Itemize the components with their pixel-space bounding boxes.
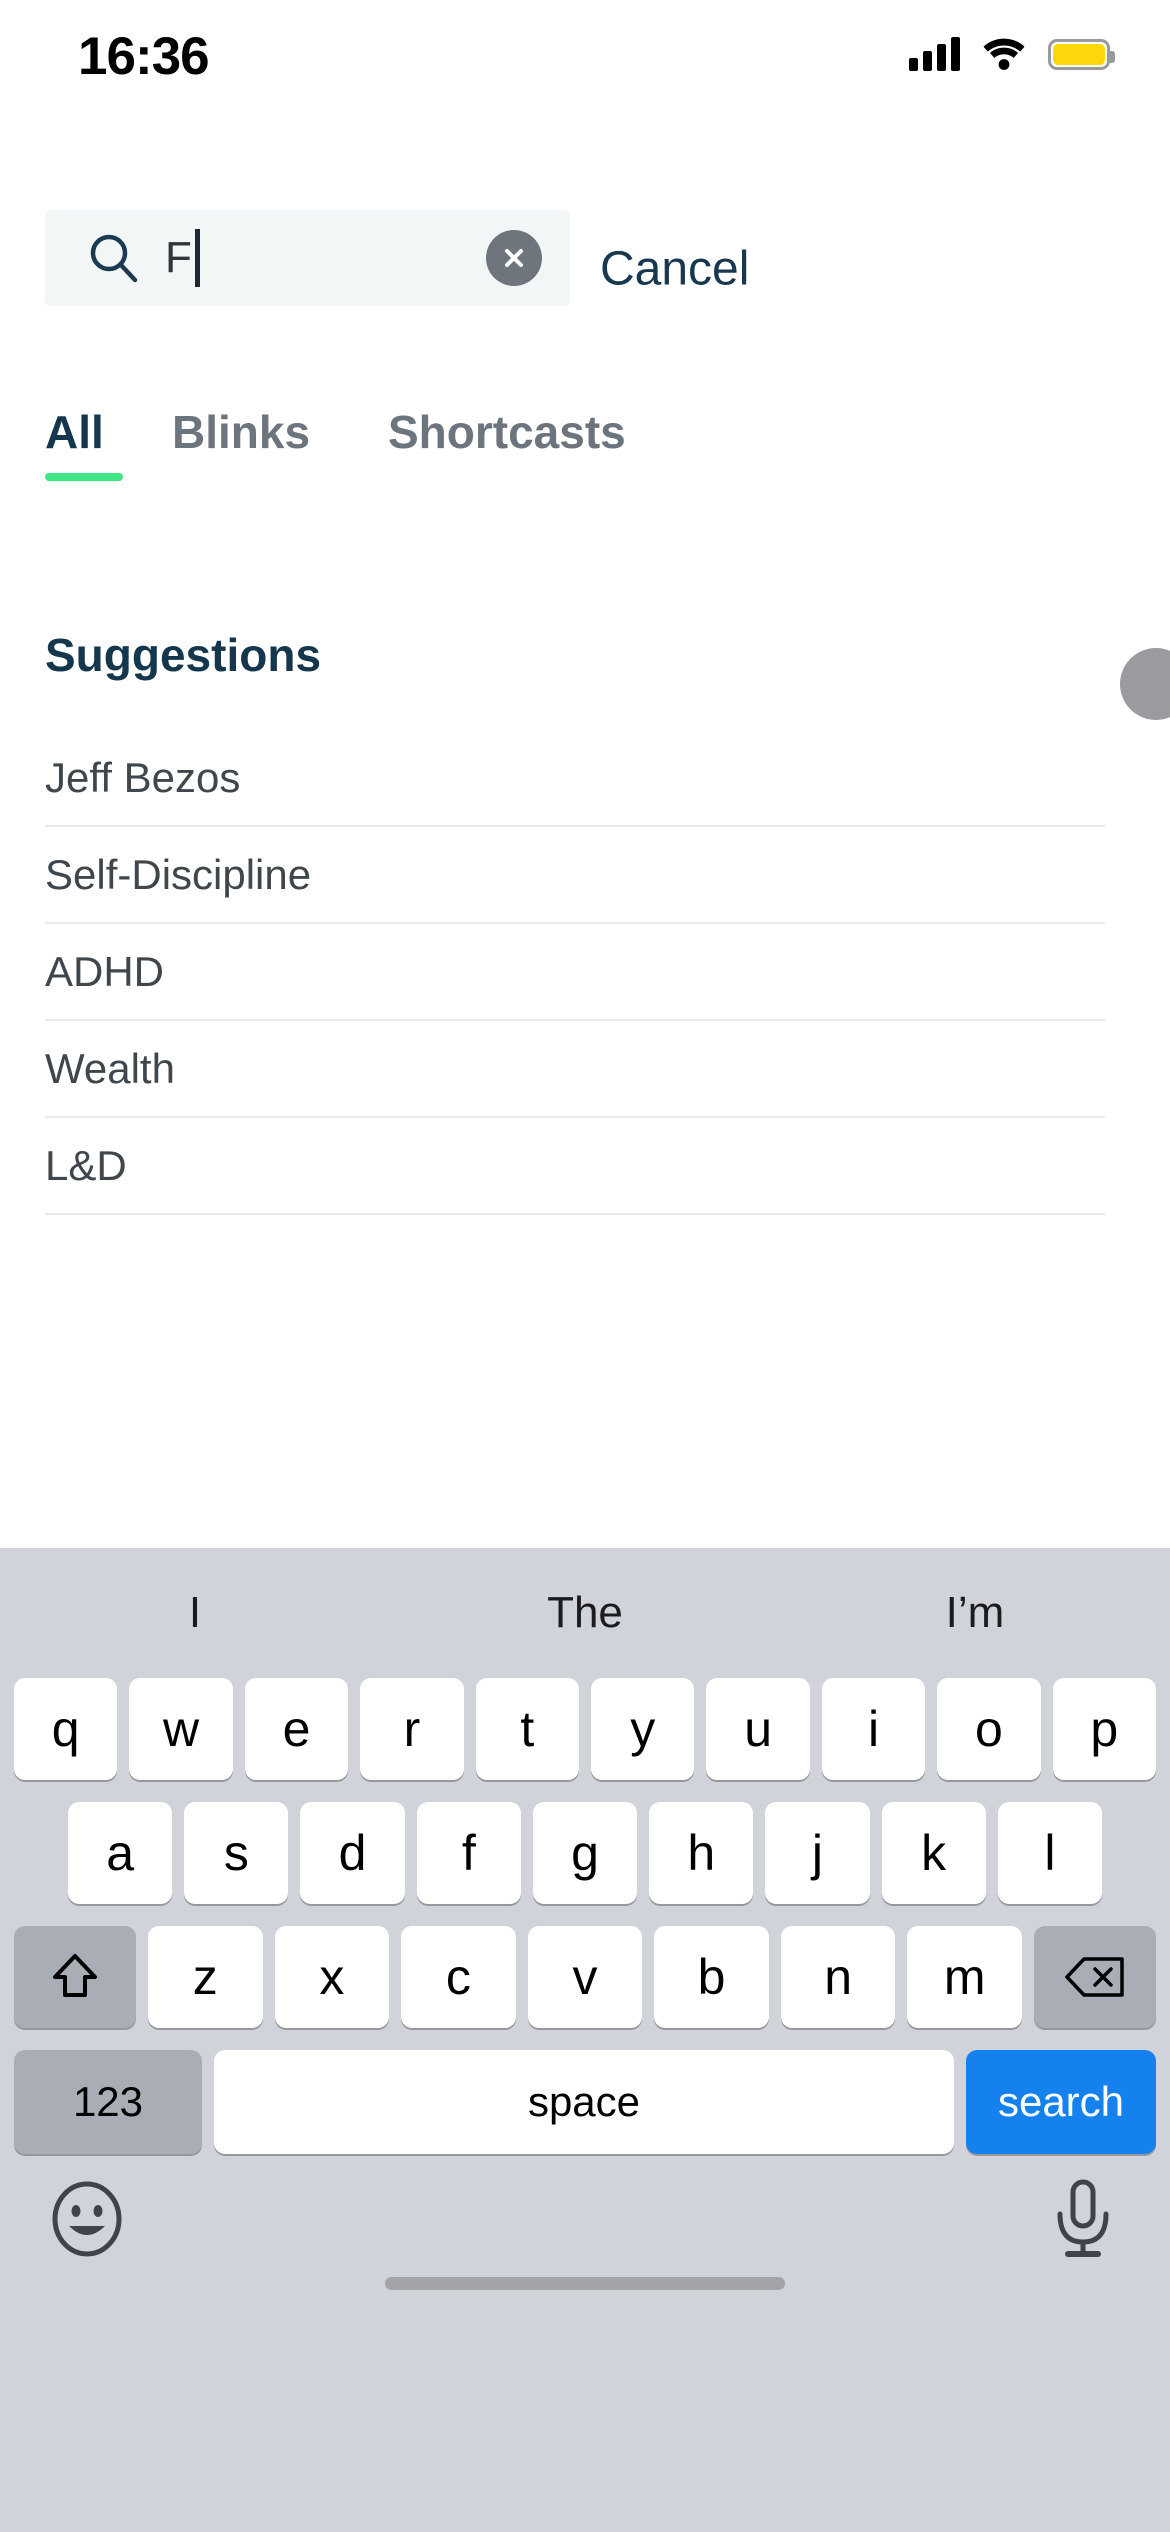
predictive-text-bar: I The I’m <box>0 1548 1170 1678</box>
key-z[interactable]: z <box>147 1926 263 2028</box>
cancel-button[interactable]: Cancel <box>600 242 749 297</box>
list-item[interactable]: ADHD <box>45 924 1105 1021</box>
key-u[interactable]: u <box>706 1678 810 1780</box>
key-y[interactable]: y <box>591 1678 695 1780</box>
list-item[interactable]: Jeff Bezos <box>45 730 1105 827</box>
shift-key[interactable] <box>13 1926 136 2028</box>
cellular-bars-icon <box>909 37 960 71</box>
emoji-smiley-icon <box>52 2181 122 2257</box>
key-p[interactable]: p <box>1052 1678 1157 1780</box>
clear-search-button[interactable] <box>486 230 542 286</box>
home-indicator <box>385 2277 785 2290</box>
key-h[interactable]: h <box>649 1802 754 1904</box>
key-x[interactable]: x <box>274 1926 390 2028</box>
suggestions-list: Jeff Bezos Self-Discipline ADHD Wealth L… <box>45 730 1105 1215</box>
app-screen: 16:36 F Cancel All Blinks Shortcasts Sug… <box>0 0 1170 2532</box>
onscreen-keyboard: I The I’m q w e r t y u i o p a s d f g … <box>0 1548 1170 2532</box>
key-v[interactable]: v <box>527 1926 643 2028</box>
text-cursor <box>194 229 200 287</box>
search-bar-row: F Cancel <box>0 210 1170 328</box>
key-j[interactable]: j <box>765 1802 870 1904</box>
list-item[interactable]: Wealth <box>45 1021 1105 1118</box>
numbers-key[interactable]: 123 <box>14 2050 202 2154</box>
microphone-icon <box>1057 2179 1109 2257</box>
wifi-icon <box>983 38 1025 70</box>
key-f[interactable]: f <box>416 1802 521 1904</box>
close-icon <box>505 249 523 267</box>
backspace-delete-icon <box>1065 1957 1124 1997</box>
dictation-button[interactable] <box>1044 2176 1122 2262</box>
keyboard-row-4: 123 space search <box>0 2050 1170 2154</box>
keyboard-bottom-bar <box>0 2154 1170 2314</box>
delete-key[interactable] <box>1034 1926 1157 2028</box>
status-bar-time: 16:36 <box>78 27 210 86</box>
search-key[interactable]: search <box>966 2050 1156 2154</box>
key-n[interactable]: n <box>780 1926 896 2028</box>
keyboard-row-3: z x c v b n m <box>0 1926 1170 2028</box>
key-q[interactable]: q <box>13 1678 118 1780</box>
scroll-indicator-dot[interactable] <box>1120 648 1170 720</box>
list-item[interactable]: Self-Discipline <box>45 827 1105 924</box>
space-key[interactable]: space <box>214 2050 954 2154</box>
tab-all[interactable]: All <box>45 405 104 459</box>
key-t[interactable]: t <box>475 1678 579 1780</box>
shift-arrow-icon <box>52 1954 97 1997</box>
search-input-value: F <box>165 233 192 282</box>
prediction-candidate[interactable]: I <box>0 1588 390 1638</box>
tab-bar: All Blinks Shortcasts <box>0 405 1170 720</box>
key-l[interactable]: l <box>997 1802 1102 1904</box>
key-c[interactable]: c <box>401 1926 516 2028</box>
key-m[interactable]: m <box>907 1926 1023 2028</box>
status-bar-indicators <box>909 32 1115 76</box>
keyboard-row-1: q w e r t y u i o p <box>0 1678 1170 1780</box>
battery-icon <box>1048 38 1115 70</box>
list-item[interactable]: L&D <box>45 1118 1105 1215</box>
key-k[interactable]: k <box>881 1802 986 1904</box>
key-b[interactable]: b <box>654 1926 769 2028</box>
keyboard-row-2: a s d f g h j k l <box>0 1802 1170 1904</box>
key-g[interactable]: g <box>532 1802 638 1904</box>
tab-shortcasts[interactable]: Shortcasts <box>388 405 626 459</box>
prediction-candidate[interactable]: The <box>390 1588 780 1638</box>
key-s[interactable]: s <box>184 1802 289 1904</box>
search-icon <box>90 234 138 283</box>
status-bar: 16:36 <box>0 0 1170 140</box>
key-w[interactable]: w <box>129 1678 233 1780</box>
prediction-candidate[interactable]: I’m <box>780 1588 1170 1638</box>
tab-blinks[interactable]: Blinks <box>172 405 310 459</box>
key-a[interactable]: a <box>68 1802 173 1904</box>
key-e[interactable]: e <box>244 1678 349 1780</box>
search-input[interactable]: F <box>45 210 570 306</box>
emoji-button[interactable] <box>48 2180 126 2258</box>
suggestions-heading: Suggestions <box>45 629 322 681</box>
key-d[interactable]: d <box>300 1802 405 1904</box>
tab-active-underline <box>45 473 123 481</box>
key-r[interactable]: r <box>360 1678 464 1780</box>
key-i[interactable]: i <box>821 1678 926 1780</box>
key-o[interactable]: o <box>937 1678 1041 1780</box>
